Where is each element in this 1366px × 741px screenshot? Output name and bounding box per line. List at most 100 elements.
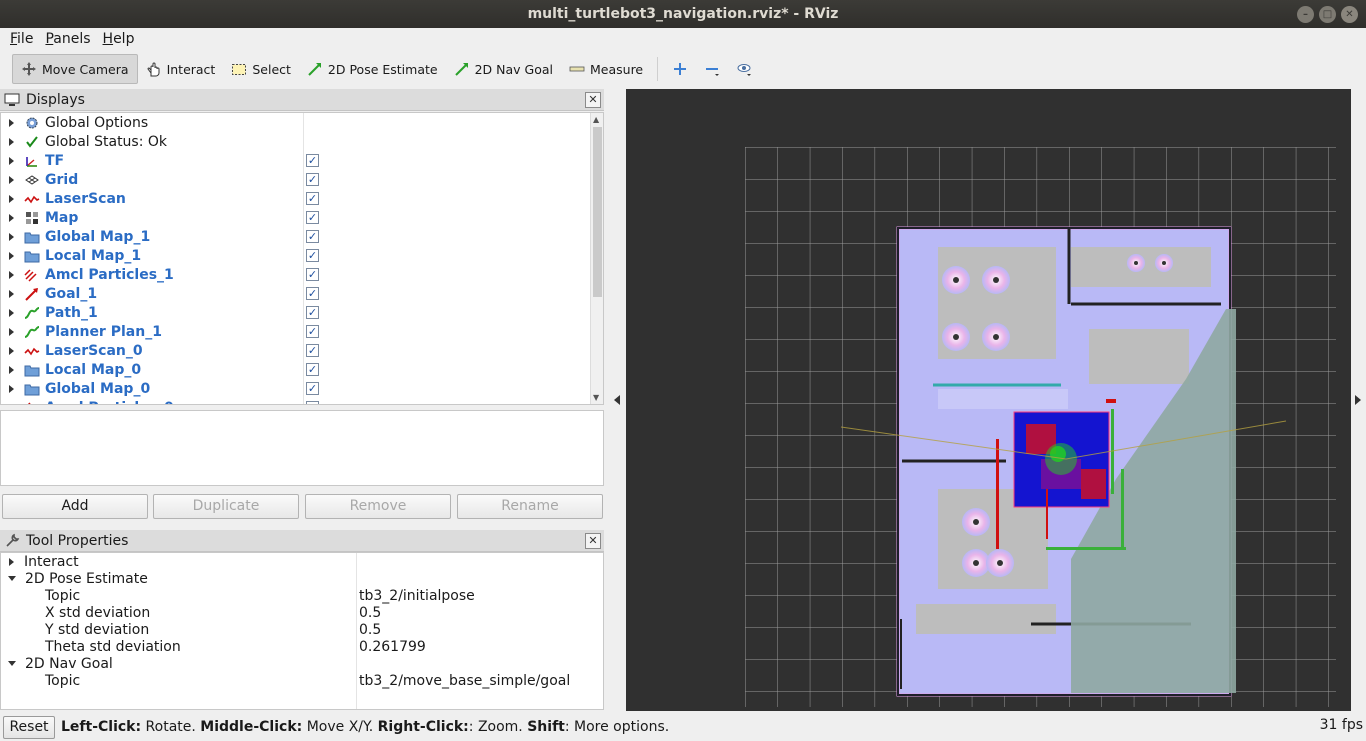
collapse-right-icon[interactable]	[1355, 395, 1361, 405]
scroll-up-icon[interactable]: ▲	[593, 115, 599, 124]
display-enabled-checkbox[interactable]: ✓	[306, 230, 319, 243]
move-camera-tool[interactable]: Move Camera	[12, 54, 138, 84]
display-enabled-checkbox[interactable]: ✓	[306, 401, 319, 404]
close-tool-properties-button[interactable]: ✕	[585, 533, 601, 549]
display-enabled-checkbox[interactable]: ✓	[306, 268, 319, 281]
scrollbar-thumb[interactable]	[593, 127, 602, 297]
scroll-down-icon[interactable]: ▼	[593, 393, 599, 402]
display-item[interactable]: Map	[1, 208, 589, 227]
remove-button[interactable]: Remove	[305, 494, 451, 519]
display-enabled-checkbox[interactable]: ✓	[306, 306, 319, 319]
display-item[interactable]: Amcl Particles_0	[1, 398, 589, 404]
ruler-icon	[569, 66, 585, 72]
window-title: multi_turtlebot3_navigation.rviz* - RViz	[527, 6, 839, 22]
display-item[interactable]: Global Map_0	[1, 379, 589, 398]
measure-tool[interactable]: Measure	[561, 54, 651, 84]
display-item[interactable]: Amcl Particles_1	[1, 265, 589, 284]
folder-icon	[24, 381, 40, 397]
display-item[interactable]: Path_1	[1, 303, 589, 322]
remove-tool-button[interactable]	[696, 54, 728, 84]
map-render	[745, 147, 1336, 707]
maximize-button[interactable]: □	[1319, 6, 1336, 23]
display-enabled-checkbox[interactable]: ✓	[306, 192, 319, 205]
gear-icon	[24, 115, 40, 131]
display-enabled-checkbox[interactable]: ✓	[306, 173, 319, 186]
menu-file[interactable]: File	[4, 28, 39, 50]
property-row[interactable]: Topic tb3_2/initialpose	[1, 587, 601, 604]
display-enabled-checkbox[interactable]: ✓	[306, 249, 319, 262]
display-item[interactable]: Grid	[1, 170, 589, 189]
menu-help[interactable]: Help	[97, 28, 141, 50]
expand-arrow-icon[interactable]	[8, 576, 16, 581]
expand-arrow-icon[interactable]	[9, 346, 14, 355]
display-enabled-checkbox[interactable]: ✓	[306, 211, 319, 224]
tool-properties-tree[interactable]: Interact 2D Pose Estimate Topic tb3_2/initi…	[0, 552, 604, 710]
display-enabled-checkbox[interactable]: ✓	[306, 363, 319, 376]
display-enabled-checkbox[interactable]: ✓	[306, 287, 319, 300]
add-tool-button[interactable]	[664, 54, 696, 84]
expand-arrow-icon[interactable]	[9, 557, 14, 566]
property-row[interactable]: Topic tb3_2/move_base_simple/goal	[1, 672, 601, 689]
property-row[interactable]: Y std deviation 0.5	[1, 621, 601, 638]
menu-panels[interactable]: Panels	[39, 28, 96, 50]
property-row[interactable]: Theta std deviation 0.261799	[1, 638, 601, 655]
display-item[interactable]: Planner Plan_1	[1, 322, 589, 341]
display-enabled-checkbox[interactable]: ✓	[306, 382, 319, 395]
reset-button[interactable]: Reset	[3, 715, 55, 739]
expand-arrow-icon[interactable]	[9, 137, 14, 146]
expand-arrow-icon[interactable]	[9, 365, 14, 374]
interact-tool[interactable]: Interact	[138, 54, 224, 84]
view-tool-button[interactable]	[728, 54, 760, 84]
display-item[interactable]: Goal_1	[1, 284, 589, 303]
expand-arrow-icon[interactable]	[9, 194, 14, 203]
display-item[interactable]: Local Map_1	[1, 246, 589, 265]
pose-estimate-tool[interactable]: 2D Pose Estimate	[299, 54, 446, 84]
display-item[interactable]: LaserScan_0	[1, 341, 589, 360]
expand-arrow-icon[interactable]	[9, 270, 14, 279]
displays-tree[interactable]: Global Options Global Status: Ok TF ✓ Grid ✓ L…	[0, 112, 604, 405]
display-item[interactable]: Global Options	[1, 113, 589, 132]
expand-arrow-icon[interactable]	[9, 289, 14, 298]
display-item[interactable]: Local Map_0	[1, 360, 589, 379]
property-value[interactable]: tb3_2/initialpose	[359, 588, 475, 604]
display-enabled-checkbox[interactable]: ✓	[306, 154, 319, 167]
render-viewport[interactable]	[626, 89, 1351, 711]
expand-arrow-icon[interactable]	[9, 327, 14, 336]
expand-arrow-icon[interactable]	[9, 175, 14, 184]
display-item-label: TF	[45, 152, 65, 169]
add-button[interactable]: Add	[2, 494, 148, 519]
property-value[interactable]: 0.5	[359, 622, 381, 638]
display-item[interactable]: TF	[1, 151, 589, 170]
close-displays-panel-button[interactable]: ✕	[585, 92, 601, 108]
expand-arrow-icon[interactable]	[8, 661, 16, 666]
nav-goal-tool[interactable]: 2D Nav Goal	[446, 54, 561, 84]
display-enabled-checkbox[interactable]: ✓	[306, 344, 319, 357]
display-item[interactable]: LaserScan	[1, 189, 589, 208]
display-enabled-checkbox[interactable]: ✓	[306, 325, 319, 338]
expand-arrow-icon[interactable]	[9, 118, 14, 127]
collapse-left-icon[interactable]	[614, 395, 620, 405]
display-item[interactable]: Global Status: Ok	[1, 132, 589, 151]
rename-button[interactable]: Rename	[457, 494, 603, 519]
expand-arrow-icon[interactable]	[9, 384, 14, 393]
property-row[interactable]: X std deviation 0.5	[1, 604, 601, 621]
expand-arrow-icon[interactable]	[9, 232, 14, 241]
expand-arrow-icon[interactable]	[9, 156, 14, 165]
expand-arrow-icon[interactable]	[9, 213, 14, 222]
property-row[interactable]: 2D Nav Goal	[1, 655, 601, 672]
expand-arrow-icon[interactable]	[9, 251, 14, 260]
property-value[interactable]: tb3_2/move_base_simple/goal	[359, 673, 570, 689]
minimize-button[interactable]: –	[1297, 6, 1314, 23]
select-tool[interactable]: Select	[223, 54, 299, 84]
property-row[interactable]: Interact	[1, 553, 601, 570]
close-button[interactable]: ✕	[1341, 6, 1358, 23]
menu-bar: File Panels Help	[0, 28, 1366, 50]
duplicate-button[interactable]: Duplicate	[153, 494, 299, 519]
displays-scrollbar[interactable]: ▲ ▼	[590, 113, 603, 404]
expand-arrow-icon[interactable]	[9, 403, 14, 404]
property-value[interactable]: 0.261799	[359, 639, 426, 655]
property-value[interactable]: 0.5	[359, 605, 381, 621]
display-item[interactable]: Global Map_1	[1, 227, 589, 246]
expand-arrow-icon[interactable]	[9, 308, 14, 317]
property-row[interactable]: 2D Pose Estimate	[1, 570, 601, 587]
